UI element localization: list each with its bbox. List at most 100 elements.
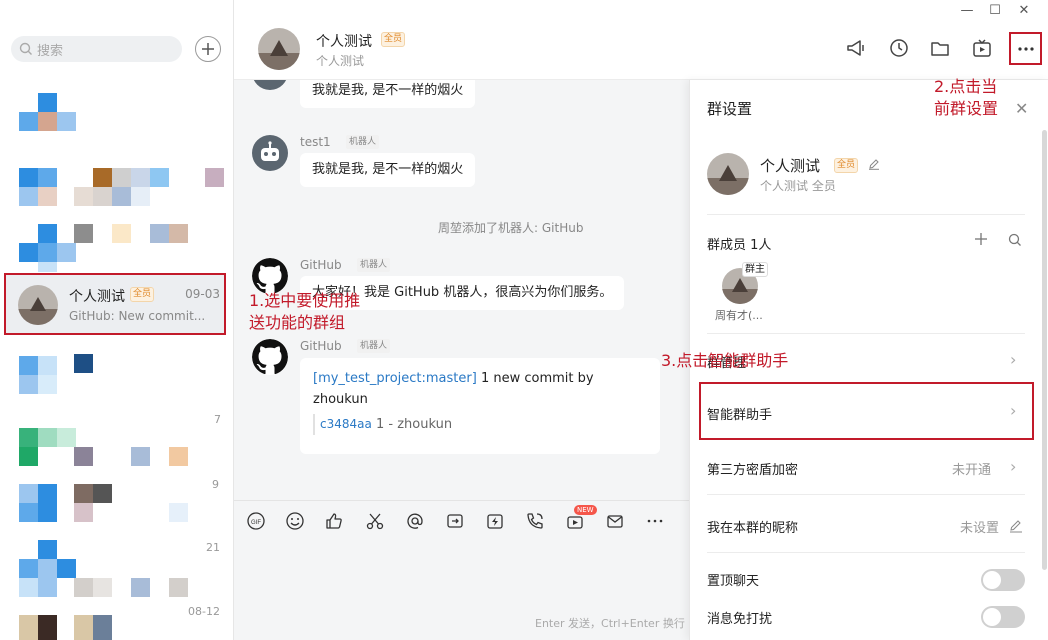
blurred-chat-8[interactable]: 08-12 — [0, 600, 226, 640]
blurred-chat-4[interactable] — [0, 340, 226, 395]
announcement-icon[interactable] — [844, 36, 868, 60]
annotation-text: 前群设置 — [934, 99, 999, 118]
chat-header: — ☐ ✕ 个人测试 全员 个人测试 — [234, 0, 1048, 80]
svg-text:GIF: GIF — [251, 520, 261, 526]
more-tools-icon[interactable] — [644, 510, 666, 532]
chevron-right-icon: › — [1010, 457, 1017, 476]
blurred-chat-2[interactable] — [0, 148, 226, 208]
chat-time: 08-12 — [188, 605, 220, 618]
chat-preview: GitHub: New commit... — [69, 309, 206, 323]
members-label: 群成员 1人 — [707, 238, 772, 253]
nickname-row[interactable]: 我在本群的昵称 — [707, 517, 798, 536]
nickname-value: 未设置 — [960, 521, 1000, 536]
blurred-chat-7[interactable]: 21 — [0, 535, 226, 597]
commit-card[interactable]: [my_test_project:master] 1 new commit by… — [300, 358, 660, 454]
github-avatar[interactable] — [252, 339, 288, 375]
annotation-text: 送功能的群组 — [249, 313, 346, 332]
send-hint: Enter 发送，Ctrl+Enter 换行 — [535, 617, 685, 630]
chat-time: 9 — [212, 478, 219, 491]
minimize-button[interactable]: — — [958, 2, 976, 18]
active-chat-item[interactable]: 个人测试 全员 09-03 GitHub: New commit... — [4, 273, 226, 335]
encryption-row[interactable]: 第三方密盾加密 — [707, 459, 798, 478]
annotation-step-2: 2.点击当 前群设置 — [934, 76, 998, 120]
add-member-icon[interactable] — [974, 232, 988, 250]
member-badge: 全员 — [834, 158, 859, 173]
more-button[interactable] — [1009, 32, 1042, 65]
gif-icon[interactable]: GIF — [245, 510, 267, 532]
settings-title: 群设置 — [707, 100, 753, 118]
pin-chat-row: 置顶聊天 — [707, 574, 760, 589]
edit-icon[interactable] — [868, 158, 880, 174]
scissors-icon[interactable] — [364, 510, 386, 532]
member-badge: 全员 — [130, 287, 155, 302]
flash-icon[interactable] — [484, 510, 506, 532]
pin-chat-toggle[interactable] — [981, 569, 1025, 591]
live-icon[interactable] — [970, 36, 994, 60]
history-icon[interactable] — [887, 36, 911, 60]
message-composer[interactable]: GIF NEW Enter 发送，Ctrl+Enter 换行 — [234, 500, 690, 640]
github-icon — [252, 258, 288, 294]
add-button[interactable] — [195, 36, 221, 62]
file-transfer-icon[interactable] — [444, 510, 466, 532]
search-icon — [19, 42, 32, 55]
thumbs-up-icon[interactable] — [323, 510, 345, 532]
robot-tag: 机器人 — [357, 258, 391, 272]
search-input[interactable]: 搜索 — [11, 36, 182, 62]
github-avatar[interactable] — [252, 258, 288, 294]
commit-author: zhoukun — [313, 392, 368, 407]
smart-assistant-row[interactable]: 智能群助手 — [707, 404, 772, 423]
robot-tag: 机器人 — [357, 339, 391, 353]
mention-icon[interactable] — [404, 510, 426, 532]
blurred-chat-5[interactable]: 7 — [0, 405, 226, 466]
message-bubble: 我就是我, 是不一样的烟火 — [300, 80, 476, 108]
robot-tag: 机器人 — [346, 135, 380, 149]
call-icon[interactable] — [524, 510, 546, 532]
search-member-icon[interactable] — [1008, 233, 1022, 251]
annotation-text: 1.选中要使用推 — [249, 291, 361, 310]
annotation-step-1: 1.选中要使用推 送功能的群组 — [249, 290, 360, 334]
folder-icon[interactable] — [928, 36, 952, 60]
chat-name: 个人测试 — [69, 289, 125, 305]
blurred-chat-3[interactable] — [0, 210, 226, 272]
group-subtitle: 个人测试 全员 — [760, 179, 836, 193]
chat-title: 个人测试 — [316, 34, 372, 50]
search-placeholder: 搜索 — [37, 43, 64, 59]
group-avatar[interactable] — [258, 28, 300, 70]
member-name: 周有才(... — [715, 309, 763, 322]
mail-icon[interactable] — [604, 510, 626, 532]
emoji-icon[interactable] — [284, 510, 306, 532]
chat-time: 21 — [206, 541, 220, 554]
member-badge: 全员 — [381, 32, 406, 47]
close-button[interactable]: ✕ — [1015, 2, 1033, 18]
chevron-right-icon: › — [1010, 350, 1017, 369]
robot-icon — [261, 141, 279, 161]
group-name: 个人测试 — [760, 157, 821, 175]
sender-name: test1 — [300, 135, 331, 149]
repo-link[interactable]: [my_test_project:master] — [313, 371, 477, 386]
divider — [707, 552, 1025, 553]
new-badge: NEW — [574, 505, 597, 515]
annotation-step-3: 3.点击智能群助手 — [661, 351, 789, 370]
edit-icon[interactable] — [1009, 519, 1023, 537]
mute-toggle[interactable] — [981, 606, 1025, 628]
commit-message: 1 - zhoukun — [371, 417, 453, 432]
robot-avatar[interactable] — [252, 135, 288, 171]
message-bubble: 我就是我, 是不一样的烟火 — [300, 153, 476, 187]
chat-time: 7 — [214, 413, 221, 426]
conversation-sidebar: 搜索 个人测试 全员 09-03 GitHub: New commit... 7… — [0, 0, 234, 640]
close-icon[interactable]: ✕ — [1015, 99, 1028, 118]
blurred-chat-6[interactable]: 9 — [0, 470, 226, 530]
blurred-chat-1[interactable] — [0, 78, 226, 138]
commit-summary: 1 new commit by — [476, 371, 594, 386]
sender-name: GitHub — [300, 258, 342, 272]
divider — [707, 494, 1025, 495]
chat-subtitle: 个人测试 — [316, 54, 365, 68]
annotation-text: 2.点击当 — [934, 77, 998, 96]
maximize-button[interactable]: ☐ — [986, 2, 1004, 18]
panel-scrollbar[interactable] — [1042, 130, 1047, 570]
group-avatar — [18, 285, 58, 325]
group-avatar[interactable] — [707, 153, 749, 195]
avatar[interactable] — [252, 80, 288, 90]
commit-sha[interactable]: c3484aa — [320, 417, 372, 431]
encryption-status: 未开通 — [952, 463, 992, 478]
